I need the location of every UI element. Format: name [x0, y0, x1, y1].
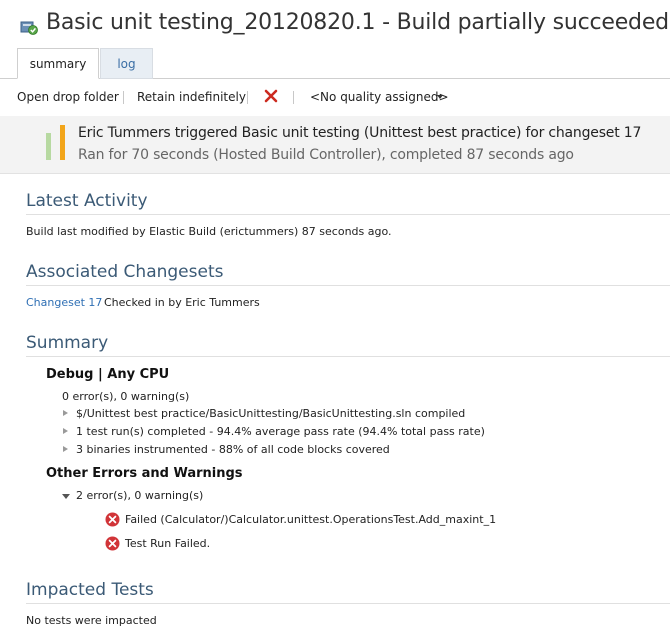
tab-summary[interactable]: summary [17, 48, 99, 79]
build-duration-text: Ran for 70 seconds (Hosted Build Control… [78, 147, 574, 163]
summary-heading: Summary [26, 333, 109, 353]
error-item: Test Run Failed. [125, 537, 211, 550]
title-bar: Basic unit testing_20120820.1 - Build pa… [0, 0, 670, 48]
impacted-tests-heading: Impacted Tests [26, 580, 154, 600]
config-heading: Debug | Any CPU [46, 367, 170, 382]
partial-success-bar-icon [60, 125, 65, 160]
chevron-down-icon[interactable] [437, 95, 443, 99]
collapse-arrow-icon[interactable] [62, 494, 70, 499]
section-divider [26, 356, 670, 357]
test-run-summary-item: 1 test run(s) completed - 94.4% average … [76, 425, 485, 438]
error-item: Failed (Calculator/)Calculator.unittest.… [125, 513, 497, 526]
coverage-summary-item: 3 binaries instrumented - 88% of all cod… [76, 443, 390, 456]
expand-arrow-icon[interactable] [63, 446, 68, 452]
open-drop-folder-button[interactable]: Open drop folder [17, 90, 119, 104]
changeset-checkin-text: Checked in by Eric Tummers [104, 296, 260, 309]
latest-activity-text: Build last modified by Elastic Build (er… [26, 225, 392, 238]
section-divider [26, 285, 670, 286]
retain-indefinitely-button[interactable]: Retain indefinitely [137, 90, 246, 104]
other-error-count: 2 error(s), 0 warning(s) [76, 489, 204, 502]
error-icon [105, 512, 120, 527]
page-title: Basic unit testing_20120820.1 - Build pa… [46, 10, 669, 35]
toolbar-divider [247, 91, 248, 104]
build-partial-icon [20, 21, 38, 35]
toolbar: Open drop folder Retain indefinitely <No… [0, 80, 670, 114]
other-errors-heading: Other Errors and Warnings [46, 466, 243, 481]
success-bar-icon [46, 133, 51, 160]
toolbar-divider [123, 91, 124, 104]
section-divider [26, 214, 670, 215]
compile-summary-item: $/Unittest best practice/BasicUnittestin… [76, 407, 466, 420]
build-status-band: Eric Tummers triggered Basic unit testin… [0, 116, 670, 174]
latest-activity-heading: Latest Activity [26, 191, 148, 211]
section-divider [26, 603, 670, 604]
associated-changesets-heading: Associated Changesets [26, 262, 224, 282]
config-error-count: 0 error(s), 0 warning(s) [62, 390, 190, 403]
quality-dropdown[interactable]: <No quality assigned> [310, 90, 449, 104]
error-icon [105, 536, 120, 551]
impacted-tests-text: No tests were impacted [26, 614, 157, 627]
tab-bar: summary log [0, 48, 670, 79]
expand-arrow-icon[interactable] [63, 410, 68, 416]
build-trigger-text: Eric Tummers triggered Basic unit testin… [78, 125, 642, 141]
changeset-17-link[interactable]: Changeset 17 [26, 296, 102, 309]
tab-log[interactable]: log [100, 48, 153, 79]
delete-build-icon[interactable] [263, 88, 279, 104]
expand-arrow-icon[interactable] [63, 428, 68, 434]
toolbar-divider [293, 91, 294, 104]
